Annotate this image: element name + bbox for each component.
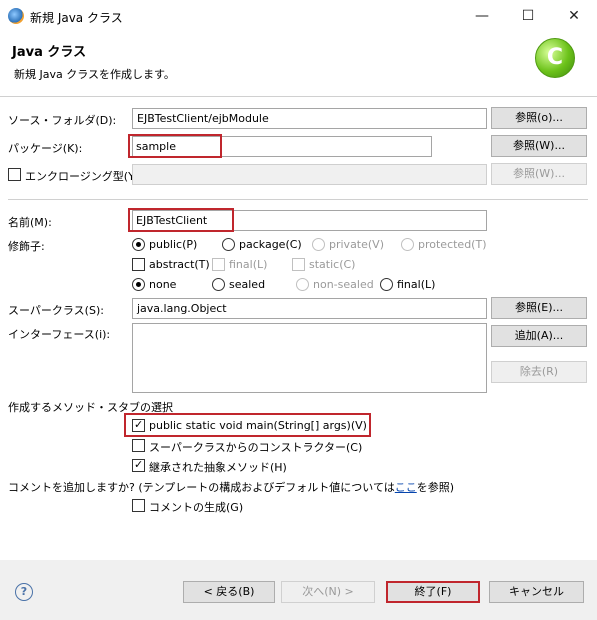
final-radio[interactable]	[380, 278, 393, 291]
window-title: 新規 Java クラス	[30, 11, 123, 25]
protected-radio	[401, 238, 414, 251]
next-button: 次へ(N) >	[281, 581, 375, 603]
private-label: private(V)	[329, 238, 384, 251]
private-radio	[312, 238, 325, 251]
comments-question-suffix: を参照)	[416, 481, 455, 494]
package-radio[interactable]	[222, 238, 235, 251]
eclipse-icon	[8, 8, 24, 24]
comments-question-prefix: コメントを追加しますか? (テンプレートの構成およびデフォルト値については	[8, 481, 395, 494]
final-label: final(L)	[229, 258, 268, 271]
static-checkbox	[292, 258, 305, 271]
package-browse-button[interactable]: 参照(W)...	[491, 135, 587, 157]
none-radio[interactable]	[132, 278, 145, 291]
protected-label: protected(T)	[418, 238, 487, 251]
public-radio[interactable]	[132, 238, 145, 251]
superclass-field[interactable]: java.lang.Object	[132, 298, 487, 319]
wizard-header	[0, 32, 597, 96]
generate-comments-checkbox[interactable]	[132, 499, 145, 512]
package-label: パッケージ(K):	[8, 142, 83, 155]
final-checkbox	[212, 258, 225, 271]
comments-question: コメントを追加しますか? (テンプレートの構成およびデフォルト値についてはここを…	[8, 479, 454, 495]
cancel-button[interactable]: キャンセル	[489, 581, 584, 603]
superclass-browse-button[interactable]: 参照(E)...	[491, 297, 587, 319]
wizard-description: 新規 Java クラスを作成します。	[14, 68, 175, 81]
public-label: public(P)	[149, 238, 198, 251]
package-mod-label: package(C)	[239, 238, 302, 251]
interfaces-list[interactable]	[132, 323, 487, 393]
close-button[interactable]: ✕	[551, 0, 597, 32]
constructors-label: スーパークラスからのコンストラクター(C)	[149, 441, 363, 454]
logo-letter: C	[546, 45, 564, 70]
non-sealed-radio	[296, 278, 309, 291]
name-value: EJBTestClient	[136, 214, 208, 227]
modifiers-label: 修飾子:	[8, 240, 45, 253]
sealed-radio[interactable]	[212, 278, 225, 291]
section-separator	[8, 199, 588, 200]
interfaces-add-button[interactable]: 追加(A)...	[491, 325, 587, 347]
static-label: static(C)	[309, 258, 356, 271]
enclosing-type-field	[132, 164, 487, 185]
enclosing-type-browse-button: 参照(W)...	[491, 163, 587, 185]
inherited-methods-label: 継承された抽象メソッド(H)	[149, 461, 287, 474]
source-folder-label: ソース・フォルダ(D):	[8, 114, 117, 127]
final-radio-label: final(L)	[397, 278, 436, 291]
generate-comments-label: コメントの生成(G)	[149, 501, 244, 514]
finish-button[interactable]: 終了(F)	[386, 581, 480, 603]
source-folder-field[interactable]: EJBTestClient/ejbModule	[132, 108, 487, 129]
maximize-button[interactable]: ☐	[505, 0, 551, 32]
main-method-checkbox[interactable]	[132, 418, 145, 432]
name-label: 名前(M):	[8, 216, 52, 229]
back-button[interactable]: < 戻る(B)	[183, 581, 275, 603]
package-value: sample	[136, 140, 176, 153]
help-icon[interactable]: ?	[15, 583, 33, 601]
interfaces-remove-button: 除去(R)	[491, 361, 587, 383]
main-method-label: public static void main(String[] args)(V…	[149, 419, 367, 432]
abstract-checkbox[interactable]	[132, 258, 145, 271]
source-folder-browse-button[interactable]: 参照(o)...	[491, 107, 587, 129]
sealed-label: sealed	[229, 278, 266, 291]
enclosing-type-label: エンクロージング型(Y):	[25, 170, 143, 183]
abstract-label: abstract(T)	[149, 258, 210, 271]
minimize-button[interactable]: —	[459, 0, 505, 32]
wizard-title: Java クラス	[12, 45, 87, 60]
header-separator	[0, 96, 597, 97]
inherited-methods-checkbox[interactable]	[132, 458, 145, 472]
superclass-label: スーパークラス(S):	[8, 304, 104, 317]
none-label: none	[149, 278, 177, 291]
interfaces-label: インターフェース(i):	[8, 328, 111, 341]
constructors-checkbox[interactable]	[132, 439, 145, 452]
non-sealed-label: non-sealed	[313, 278, 374, 291]
templates-link[interactable]: ここ	[395, 481, 417, 494]
enclosing-type-checkbox[interactable]	[8, 168, 21, 181]
